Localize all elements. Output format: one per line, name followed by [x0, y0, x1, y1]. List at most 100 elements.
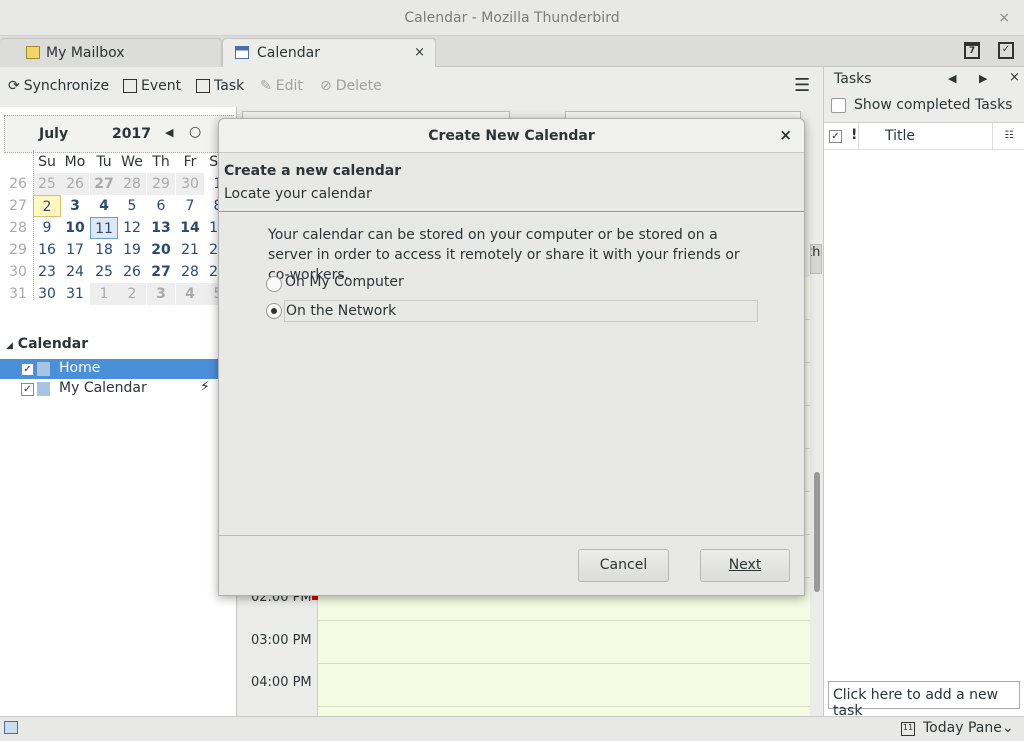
- month-label[interactable]: July: [39, 126, 68, 142]
- day-cell[interactable]: 20: [147, 239, 175, 261]
- online-status-icon[interactable]: [4, 721, 18, 734]
- tasks-mode-icon[interactable]: ✓: [998, 42, 1014, 59]
- column-picker-icon[interactable]: ☷: [992, 123, 1024, 150]
- weekday-label: Tu: [96, 154, 112, 170]
- show-completed-label[interactable]: Show completed Tasks: [854, 97, 1012, 113]
- priority-column[interactable]: !: [851, 127, 857, 143]
- view-tab-month[interactable]: th: [810, 244, 822, 274]
- tab-my-mailbox[interactable]: My Mailbox: [0, 38, 222, 67]
- week-number: 26: [9, 176, 27, 192]
- label: Event: [141, 78, 182, 94]
- calendar-list-header[interactable]: ◢ Calendar: [6, 336, 88, 352]
- day-cell[interactable]: 14: [176, 217, 204, 239]
- calendar-color-swatch: [37, 382, 50, 396]
- close-tab-icon[interactable]: ×: [414, 39, 425, 67]
- day-cell[interactable]: 25: [90, 261, 118, 283]
- window-close-button[interactable]: ×: [998, 0, 1010, 36]
- week-number: 29: [9, 242, 27, 258]
- day-cell[interactable]: 19: [118, 239, 146, 261]
- task-tree: ✓ ! Title ☷: [824, 122, 1024, 738]
- label: Calendar: [17, 336, 89, 352]
- chevron-down-icon[interactable]: ⌄: [1002, 720, 1014, 736]
- day-cell[interactable]: 18: [90, 239, 118, 261]
- radio-button[interactable]: [266, 276, 282, 292]
- next-icon[interactable]: ▶: [979, 72, 987, 85]
- day-cell[interactable]: 28: [176, 261, 204, 283]
- scrollbar-thumb[interactable]: [814, 472, 820, 592]
- checkbox[interactable]: ✓: [21, 363, 34, 376]
- calendar-item-my-calendar[interactable]: ✓ My Calendar ⚡: [0, 379, 237, 399]
- day-cell[interactable]: 24: [61, 261, 89, 283]
- day-cell[interactable]: 16: [33, 239, 61, 261]
- weekday-label: Su: [38, 154, 56, 170]
- day-cell[interactable]: 26: [61, 173, 89, 195]
- cancel-button[interactable]: Cancel: [578, 549, 669, 582]
- close-pane-icon[interactable]: ×: [1009, 70, 1020, 85]
- day-cell[interactable]: 21: [176, 239, 204, 261]
- new-event-button[interactable]: Event: [123, 78, 181, 94]
- dialog-close-button[interactable]: ×: [779, 126, 792, 144]
- day-cell[interactable]: 17: [61, 239, 89, 261]
- label: On My Computer: [285, 274, 404, 290]
- prev-icon[interactable]: ◀: [948, 72, 956, 85]
- day-cell[interactable]: 3: [147, 283, 175, 305]
- calendar-item-home[interactable]: ✓ Home: [0, 359, 237, 379]
- window-titlebar: Calendar - Mozilla Thunderbird: [0, 0, 1024, 36]
- year-label[interactable]: 2017: [112, 126, 151, 142]
- minimonth-header: July 2017 ◀ ○: [4, 115, 234, 153]
- week-number: 30: [9, 264, 27, 280]
- calendar-mode-icon[interactable]: 7: [964, 42, 980, 59]
- delete-button[interactable]: ⊘ Delete: [320, 78, 382, 94]
- day-cell[interactable]: 1: [90, 283, 118, 305]
- day-cell[interactable]: 27: [90, 173, 118, 195]
- prev-month-icon[interactable]: ◀: [165, 126, 173, 139]
- day-cell[interactable]: 30: [33, 283, 61, 305]
- day-cell[interactable]: 30: [176, 173, 204, 195]
- day-cell[interactable]: 13: [147, 217, 175, 239]
- status-bar: 11 Today Pane ⌄: [0, 716, 1024, 741]
- synchronize-button[interactable]: ⟳ Synchronize: [8, 78, 109, 94]
- menu-button[interactable]: ☰: [794, 75, 810, 96]
- day-cell[interactable]: 28: [118, 173, 146, 195]
- time-label: 04:00 PM: [251, 675, 312, 690]
- day-cell[interactable]: 7: [176, 195, 204, 217]
- checkbox[interactable]: ✓: [21, 383, 34, 396]
- add-task-input[interactable]: Click here to add a new task: [828, 681, 1020, 719]
- today-pane-toggle[interactable]: Today Pane: [923, 720, 1002, 736]
- day-cell[interactable]: 6: [147, 195, 175, 217]
- radio-button[interactable]: [266, 303, 282, 319]
- tab-label: Calendar: [257, 45, 320, 61]
- day-cell[interactable]: 31: [61, 283, 89, 305]
- day-cell[interactable]: 12: [118, 217, 146, 239]
- completed-column-icon[interactable]: ✓: [829, 130, 842, 143]
- tab-label: My Mailbox: [46, 45, 125, 61]
- day-cell[interactable]: 27: [147, 261, 175, 283]
- day-cell[interactable]: 25: [33, 173, 61, 195]
- calendar-toolbar: ⟳ Synchronize Event Task ✎ Edit ⊘ Delete ☰: [0, 67, 823, 107]
- day-cell[interactable]: 23: [33, 261, 61, 283]
- day-cell[interactable]: 2: [118, 283, 146, 305]
- day-cell[interactable]: 4: [176, 283, 204, 305]
- label: My Calendar: [59, 380, 147, 396]
- event-icon: [123, 79, 137, 93]
- day-cell[interactable]: 11: [90, 217, 118, 239]
- day-cell[interactable]: 4: [90, 195, 118, 217]
- title-column[interactable]: Title: [858, 123, 992, 150]
- day-cell[interactable]: 9: [33, 217, 61, 239]
- new-task-button[interactable]: Task: [196, 78, 244, 94]
- today-icon[interactable]: ○: [189, 124, 201, 140]
- label: th: [811, 245, 821, 260]
- next-button[interactable]: Next: [700, 549, 790, 582]
- day-cell[interactable]: 3: [61, 195, 89, 217]
- day-cell[interactable]: 10: [61, 217, 89, 239]
- create-calendar-dialog: Create New Calendar × Create a new calen…: [218, 118, 805, 596]
- day-cell[interactable]: 5: [118, 195, 146, 217]
- show-completed-checkbox[interactable]: [831, 98, 846, 113]
- weekday-label: Th: [152, 154, 170, 170]
- wizard-header: Create a new calendar Locate your calend…: [219, 154, 804, 212]
- edit-button[interactable]: ✎ Edit: [260, 78, 303, 94]
- day-cell[interactable]: 29: [147, 173, 175, 195]
- day-cell[interactable]: 2: [33, 195, 61, 217]
- tab-calendar[interactable]: Calendar ×: [222, 38, 436, 67]
- day-cell[interactable]: 26: [118, 261, 146, 283]
